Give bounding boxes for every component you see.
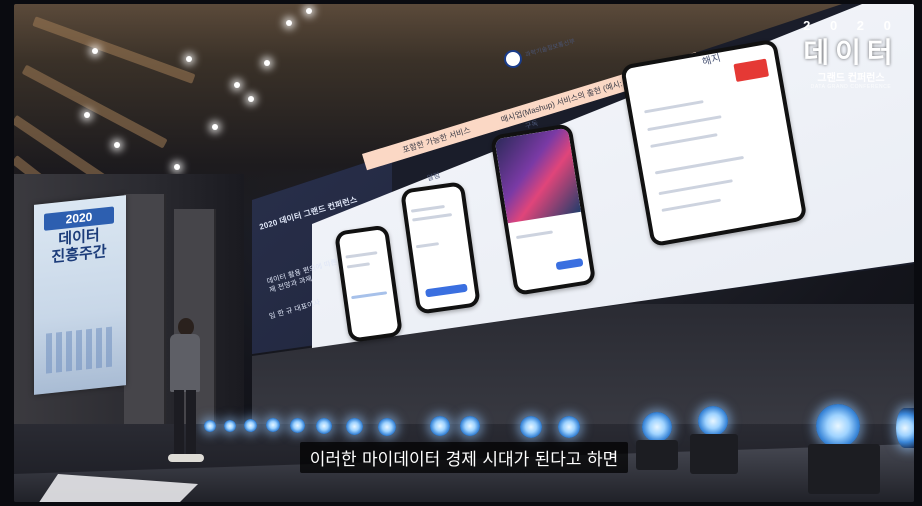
stage-light	[378, 418, 396, 436]
ceiling-spotlight	[234, 82, 240, 88]
slide-phone-4	[620, 38, 808, 248]
caption-text: 이러한 마이데이터 경제 시대가 된다고 하면	[299, 442, 629, 473]
logo-tagline: DATA GRAND CONFERENCE	[810, 84, 892, 90]
banner-title: 2020 데이터 진흥주간	[44, 206, 114, 266]
event-banner: 2020 데이터 진흥주간	[34, 195, 126, 395]
wall-panel	[124, 194, 166, 444]
stage-light	[642, 412, 672, 442]
stage-light	[460, 416, 480, 436]
slide-org: 과학기술정보통신부	[524, 38, 576, 59]
stage-light	[520, 416, 542, 438]
stage-light	[430, 416, 450, 436]
banner-graphic	[46, 326, 112, 374]
ceiling-spotlight	[92, 48, 98, 54]
logo-subtitle: 그랜드 컨퍼런스	[817, 73, 885, 84]
presenter-jacket	[170, 334, 200, 392]
video-frame: 2020 데이터 진흥주간 2020 데이터 그랜드 컨퍼런스 데이터 활용 편…	[14, 4, 914, 502]
ceiling-spotlight	[114, 142, 120, 148]
banner-year: 2020	[44, 206, 114, 231]
stage-light	[266, 418, 280, 432]
caption-bar: 이러한 마이데이터 경제 시대가 된다고 하면	[14, 442, 914, 473]
stage-light	[558, 416, 580, 438]
stage-light	[316, 418, 332, 434]
stage-light	[290, 418, 305, 433]
ceiling-spotlight	[174, 164, 180, 170]
stage-light	[346, 418, 363, 435]
ceiling-spotlight	[84, 112, 90, 118]
stage-light	[698, 406, 728, 436]
government-emblem-icon	[504, 50, 522, 68]
ceiling-spotlight	[186, 56, 192, 62]
stage-light	[204, 420, 216, 432]
logo-title: 데이터	[803, 37, 899, 68]
stage-light	[224, 420, 236, 432]
ceiling-spotlight	[212, 124, 218, 130]
conference-logo: 2 0 2 0 데이터 그랜드 컨퍼런스 DATA GRAND CONFEREN…	[796, 18, 906, 90]
stage-light	[244, 419, 257, 432]
